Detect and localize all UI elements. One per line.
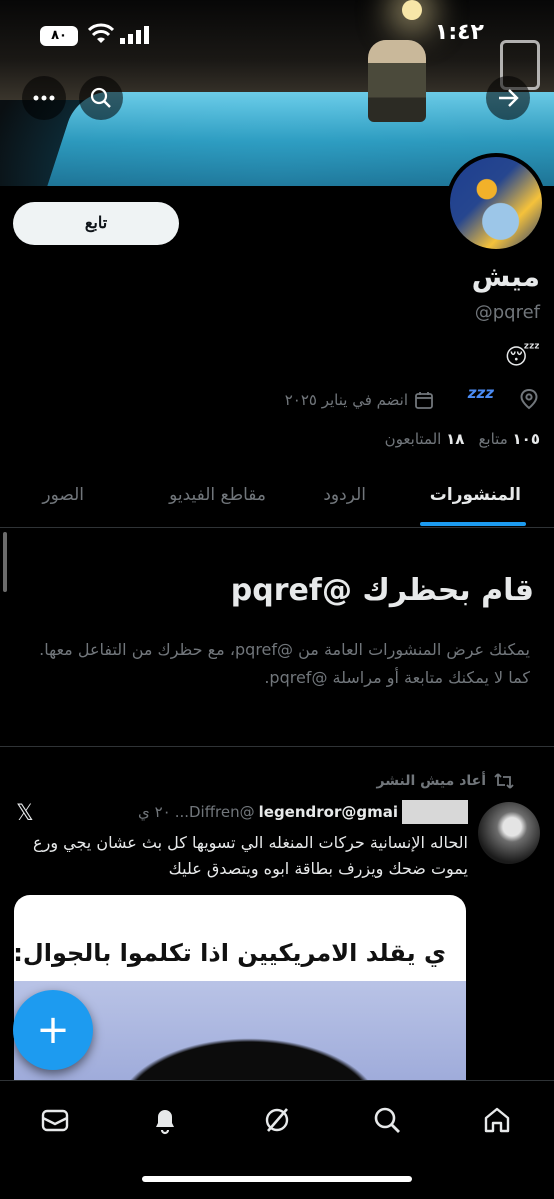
divider: [0, 746, 554, 747]
post-text: الحاله الإنسانية حركات المنغله الي تسويه…: [33, 833, 468, 878]
repost-indicator: أعاد ميش النشر: [377, 772, 514, 790]
x-logo-icon: 𝕏: [16, 801, 34, 826]
profile-tabs: المنشورات الردود مقاطع الفيديو الصور: [0, 470, 554, 528]
media-caption: ي يقلد الامريكيين اذا تكلموا بالجوال:: [14, 939, 446, 967]
compose-button[interactable]: +: [13, 990, 93, 1070]
tab-videos[interactable]: مقاطع الفيديو: [169, 470, 266, 528]
followers-label: المتابعون: [384, 430, 442, 448]
post-media[interactable]: ي يقلد الامريكيين اذا تكلموا بالجوال:: [14, 895, 466, 1095]
grok-icon[interactable]: [262, 1105, 292, 1135]
joined-text: انضم في يناير ٢٠٢٥: [284, 391, 408, 409]
followers-link[interactable]: ١٨ المتابعون: [385, 430, 465, 448]
following-count: ١٠٥: [512, 430, 540, 448]
search-icon: [90, 87, 111, 108]
post-author-avatar[interactable]: [478, 802, 540, 864]
bell-icon[interactable]: [150, 1105, 180, 1135]
home-indicator: [142, 1176, 412, 1182]
followers-count: ١٨: [446, 430, 465, 448]
following-label: متابع: [478, 430, 508, 448]
follow-counts: ١٠٥ متابع ١٨ المتابعون: [385, 430, 540, 448]
wifi-icon: [88, 23, 114, 43]
tab-posts[interactable]: المنشورات: [430, 470, 521, 528]
following-link[interactable]: ١٠٥ متابع: [478, 430, 540, 448]
profile-avatar[interactable]: [446, 153, 546, 253]
back-button[interactable]: [486, 76, 530, 120]
profile-handle: @pqref: [474, 302, 540, 323]
follow-button[interactable]: تابع: [13, 202, 179, 245]
blocked-description: يمكنك عرض المنشورات العامة من @pqref، مع…: [39, 640, 530, 687]
tab-indicator: [420, 522, 526, 526]
search-nav-icon[interactable]: [372, 1105, 402, 1135]
display-name: ميش: [471, 260, 540, 293]
tab-replies[interactable]: الردود: [323, 470, 366, 528]
mail-icon[interactable]: [40, 1105, 70, 1135]
repost-label: أعاد ميش النشر: [376, 773, 486, 789]
battery-icon: ٨٠: [40, 26, 78, 46]
location-text: zzz: [467, 384, 494, 402]
post-author-name[interactable]: legendror@gmai: [259, 803, 398, 821]
joined-date: انضم في يناير ٢٠٢٥: [285, 390, 434, 410]
status-time: ١:٤٢: [434, 20, 484, 45]
more-icon: [33, 95, 55, 101]
more-button[interactable]: [22, 76, 66, 120]
home-icon[interactable]: [482, 1105, 512, 1135]
redacted-block: [402, 800, 468, 824]
back-arrow-icon: [499, 89, 519, 107]
scrollbar-thumb[interactable]: [3, 532, 7, 592]
post-author-handle: @Diffren...: [174, 803, 255, 821]
post-time: ٢٠ ي: [138, 803, 171, 821]
location-icon: [520, 388, 538, 410]
calendar-icon: [415, 392, 433, 409]
post-header: legendror@gmai @Diffren... ٢٠ ي: [48, 800, 468, 824]
repost-icon: [494, 773, 514, 789]
search-button[interactable]: [79, 76, 123, 120]
tab-photos[interactable]: الصور: [42, 470, 84, 528]
blocked-title: قام بحظرك @pqref: [230, 573, 534, 608]
bio-emoji: 😴: [504, 345, 540, 370]
signal-icon: [120, 26, 149, 44]
